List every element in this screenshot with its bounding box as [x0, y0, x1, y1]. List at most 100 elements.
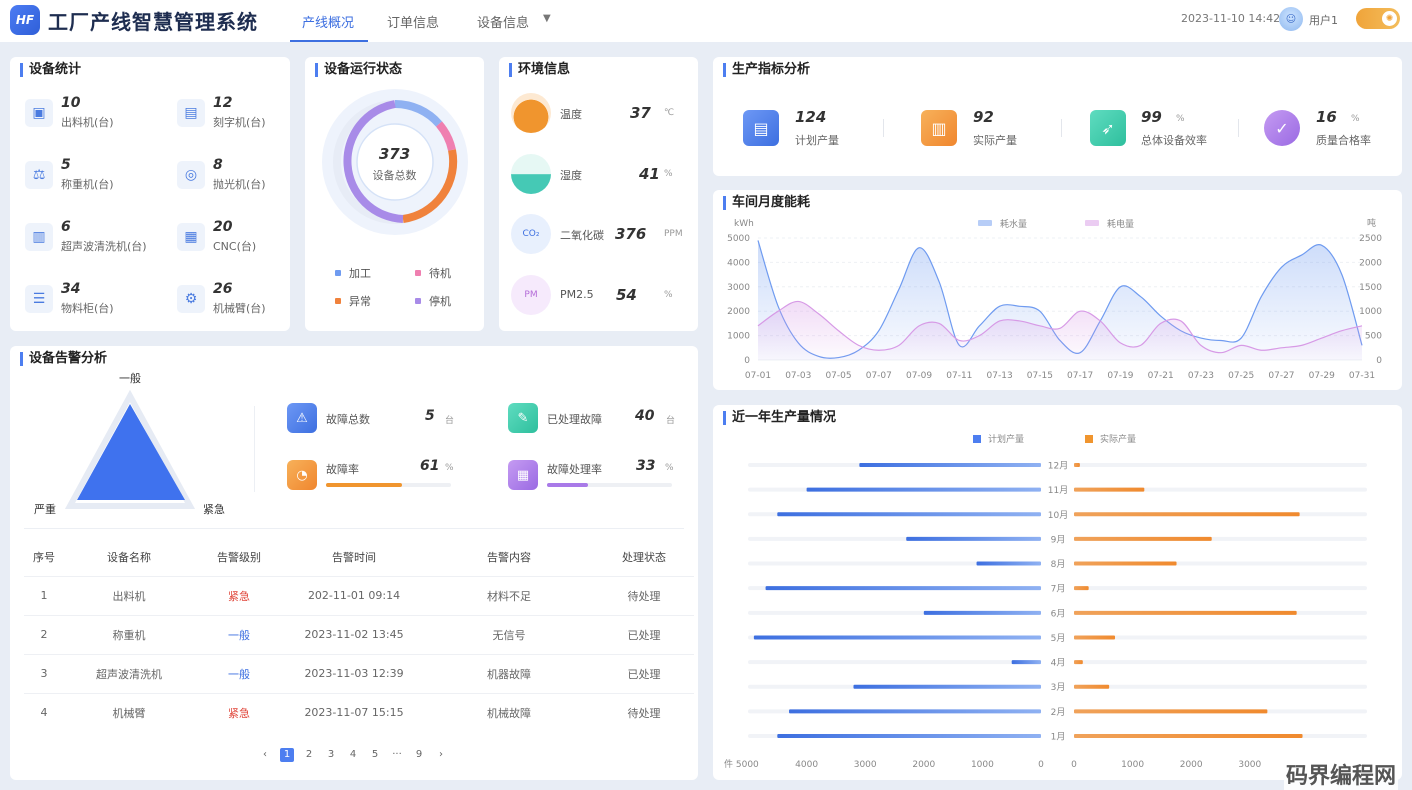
tab-devices[interactable]: 设备信息: [477, 12, 529, 31]
warning-icon: ⚠: [287, 403, 317, 433]
month-label: 3月: [1051, 682, 1066, 693]
thermometer-icon: [511, 93, 551, 133]
table-cell: 紧急: [194, 692, 284, 732]
alert-table: 序号 设备名称 告警级别 告警时间 告警内容 处理状态 1 出料机 紧急 202-11-01 0…: [24, 538, 694, 732]
pie-icon: ◔: [287, 460, 317, 490]
wrench-icon: ✎: [508, 403, 538, 433]
humidity-icon: [511, 154, 551, 194]
fault-rate-unit: %: [445, 463, 454, 473]
column-header: 告警内容: [487, 550, 531, 564]
y-tick-left: 5000: [727, 234, 750, 244]
month-label: 5月: [1051, 633, 1066, 644]
active-tab-indicator: [290, 40, 368, 42]
device-stat-label: 出料机(台): [61, 116, 114, 129]
y-tick-right: 1000: [1359, 307, 1382, 317]
document-icon: ▤: [743, 110, 779, 146]
tab-orders[interactable]: 订单信息: [387, 12, 439, 31]
table-row[interactable]: 4 机械臂 紧急 2023-11-07 15:15 机械故障 待处理: [24, 692, 694, 732]
month-label: 12月: [1048, 461, 1068, 472]
device-stat-label: CNC(台): [213, 240, 257, 253]
legend-label: 耗水量: [1000, 218, 1027, 230]
page-button[interactable]: ···: [390, 748, 404, 762]
y-tick-right: 500: [1365, 332, 1382, 342]
table-cell: 一般: [194, 614, 284, 654]
page-button[interactable]: 5: [368, 748, 382, 762]
x-tick: 07-07: [866, 371, 892, 381]
prev-page-button[interactable]: ‹: [258, 748, 272, 762]
x-tick: 07-19: [1107, 371, 1133, 381]
handle-rate-label: 故障处理率: [547, 463, 602, 476]
page-button[interactable]: 4: [346, 748, 360, 762]
device-stat-label: 物料柜(台): [61, 302, 114, 315]
x-tick: 07-09: [906, 371, 932, 381]
table-row[interactable]: 3 超声波清洗机 一般 2023-11-03 12:39 机器故障 已处理: [24, 653, 694, 693]
next-page-button[interactable]: ›: [434, 748, 448, 762]
handle-rate-value: 33: [636, 458, 656, 474]
table-cell: 2023-11-07 15:15: [284, 692, 424, 732]
device-stat-label: 刻字机(台): [213, 116, 266, 129]
polisher-icon: ◎: [177, 161, 205, 189]
bar-actual: [1074, 536, 1212, 541]
x-tick: 07-17: [1067, 371, 1093, 381]
table-row[interactable]: 1 出料机 紧急 202-11-01 09:14 材料不足 待处理: [24, 575, 694, 615]
alert-handled-unit: 台: [666, 416, 676, 426]
pm25-icon: PM: [511, 275, 551, 315]
page-button[interactable]: 2: [302, 748, 316, 762]
table-cell: 3: [24, 653, 64, 693]
page-button[interactable]: 9: [412, 748, 426, 762]
device-stat-value: 6: [61, 219, 71, 235]
env-value-pm25: 54: [616, 286, 637, 304]
radar-area: [77, 404, 185, 500]
theme-toggle[interactable]: ✺: [1356, 8, 1400, 29]
x-tick: 07-31: [1349, 371, 1375, 381]
app-title: 工厂产线智慧管理系统: [48, 10, 258, 34]
alert-total-label: 故障总数: [326, 413, 370, 426]
y-tick-right: 2000: [1359, 258, 1382, 268]
bar-track-right: [1074, 463, 1367, 467]
column-header: 告警级别: [217, 550, 261, 564]
table-row[interactable]: 2 称重机 一般 2023-11-02 13:45 无信号 已处理: [24, 614, 694, 654]
bar-actual: [1074, 463, 1080, 467]
device-total-label: 设备总数: [372, 169, 417, 182]
bar-track-right: [1074, 586, 1367, 591]
x-tick-left: 2000: [912, 760, 935, 770]
alert-handled-label: 已处理故障: [547, 413, 602, 426]
month-label: 7月: [1051, 584, 1066, 595]
device-stat-value: 8: [213, 157, 223, 173]
x-tick: 07-29: [1309, 371, 1335, 381]
env-label-pm25: PM2.5: [560, 288, 594, 301]
bar-planned: [777, 734, 1041, 738]
production-kpi-panel: 生产指标分析 ▤ 124 计划产量 ▥ 92 实际产量 ➶ 99 % 总体设备效…: [713, 57, 1402, 176]
device-stat-item: ▤ 12 刻字机(台): [177, 95, 307, 137]
device-total: 373: [378, 145, 411, 163]
tab-overview[interactable]: 产线概况: [302, 12, 354, 31]
legend-swatch: [1085, 220, 1099, 226]
device-stat-value: 20: [213, 219, 233, 235]
x-tick: 07-21: [1148, 371, 1174, 381]
top-header: HF 工厂产线智慧管理系统 产线概况 订单信息 设备信息 ▼ 2023-11-1…: [0, 0, 1412, 42]
table-cell: 2: [24, 614, 64, 654]
energy-panel: 车间月度能耗 0 1000 2000 3000 4000 5000 0 500 1000 1500…: [713, 190, 1402, 390]
kpi-value-planned: 124: [795, 108, 827, 126]
page-button[interactable]: 3: [324, 748, 338, 762]
handle-rate-unit: %: [665, 463, 674, 473]
chevron-down-icon[interactable]: ▼: [543, 13, 551, 24]
x-tick: 07-11: [946, 371, 972, 381]
env-unit-co2: PPM: [664, 229, 683, 239]
calendar-clock-icon: ▦: [508, 460, 538, 490]
column-header: 处理状态: [622, 550, 666, 564]
user-avatar-icon[interactable]: ☺: [1279, 7, 1303, 31]
env-unit-pm25: %: [664, 290, 673, 300]
username[interactable]: 用户1: [1309, 12, 1338, 28]
panel-title: 设备运行状态: [315, 63, 402, 77]
legend-standby: 待机: [429, 267, 451, 280]
y-tick-left: 4000: [727, 258, 750, 268]
divider: [24, 528, 684, 529]
kpi-value-oee: 99: [1141, 108, 1162, 126]
month-label: 4月: [1051, 658, 1066, 669]
run-status-panel: 设备运行状态 373 设备总数 加工 待机 异常 停机: [305, 57, 484, 331]
bar-actual: [1074, 487, 1145, 492]
robot-arm-icon: ⚙: [177, 285, 205, 313]
discharger-icon: ▣: [25, 99, 53, 127]
page-button[interactable]: 1: [280, 748, 294, 762]
